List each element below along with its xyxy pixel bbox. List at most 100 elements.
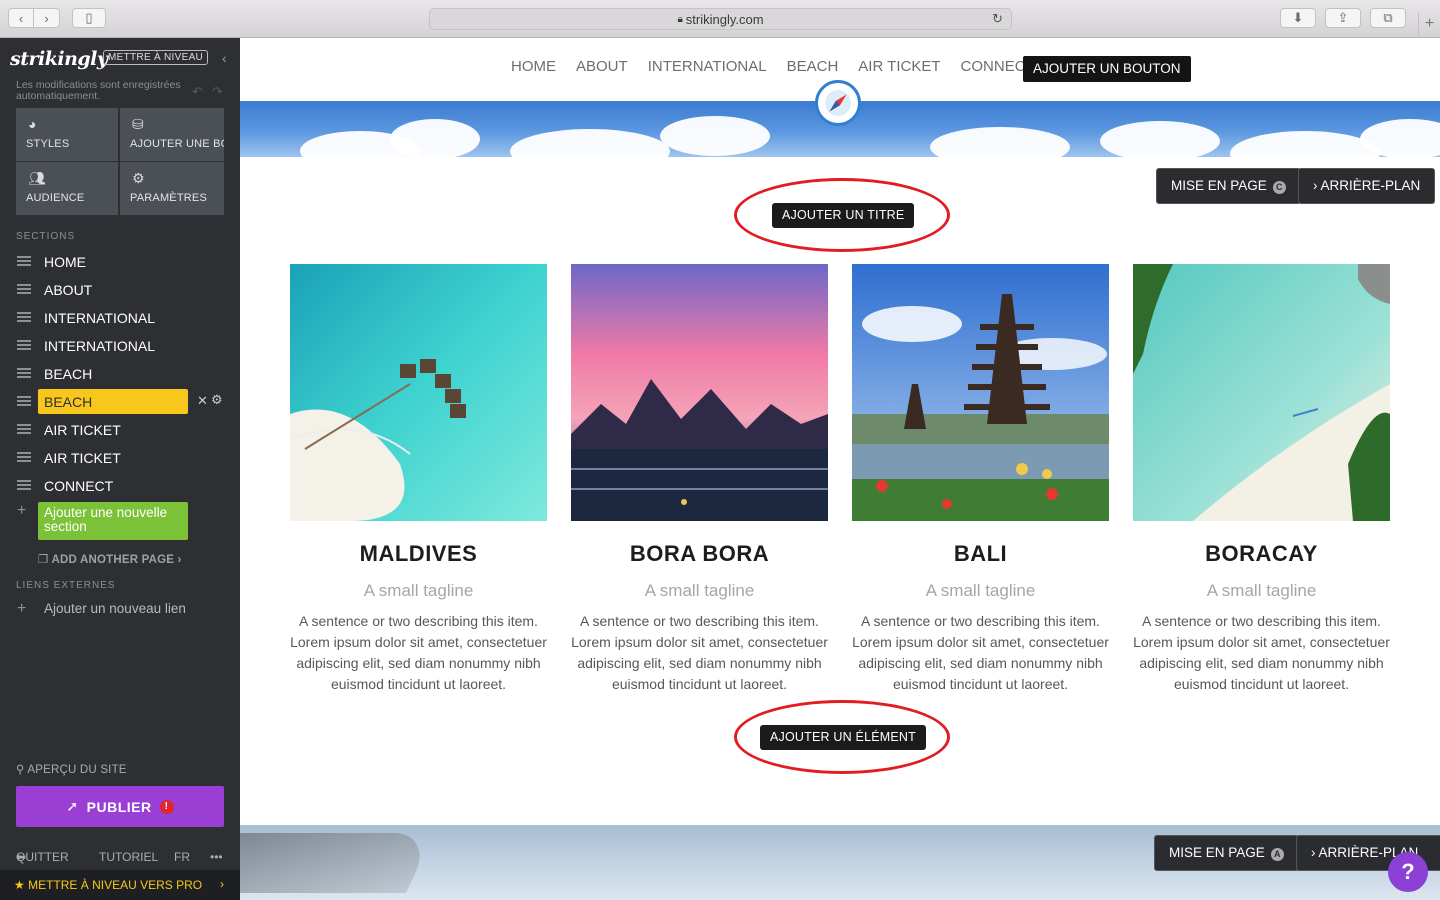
card-description[interactable]: A sentence or two describing this item. … [1133, 611, 1390, 695]
add-page-link[interactable]: ❐ ADD ANOTHER PAGE › [38, 552, 182, 566]
card-tagline[interactable]: A small tagline [852, 581, 1109, 601]
palette-icon: ◕ [28, 116, 37, 132]
chevron-right-icon: › [1311, 845, 1319, 860]
item-card: BORA BORA A small tagline A sentence or … [571, 264, 828, 695]
audience-button[interactable]: 👥︎ AUDIENCE [16, 162, 118, 215]
card-tagline[interactable]: A small tagline [290, 581, 547, 601]
drag-handle-icon[interactable] [17, 312, 31, 322]
download-button[interactable]: ⬇ [1280, 8, 1316, 28]
maldives-image[interactable] [290, 264, 547, 521]
plus-icon: + [17, 502, 27, 519]
section-item-beach[interactable]: BEACH [0, 360, 240, 388]
card-tagline[interactable]: A small tagline [1133, 581, 1390, 601]
publish-button[interactable]: ➚ PUBLIER! [16, 786, 224, 827]
card-title[interactable]: MALDIVES [290, 541, 547, 567]
address-bar[interactable]: 🔒︎ strikingly.com ↻ [429, 8, 1012, 30]
airplane-wing-image [240, 833, 434, 893]
sidebar-toggle-button[interactable]: ▯ [72, 8, 106, 28]
strikingly-logo: strikingly [10, 48, 108, 70]
card-description[interactable]: A sentence or two describing this item. … [571, 611, 828, 695]
nav-link-home[interactable]: HOME [511, 58, 556, 75]
section-item-air-ticket-2[interactable]: AIR TICKET [0, 444, 240, 472]
forward-button[interactable]: › [34, 8, 60, 28]
history-buttons: ‹ › [8, 8, 60, 28]
card-description[interactable]: A sentence or two describing this item. … [290, 611, 547, 695]
section-settings-icon[interactable]: ⚙ [211, 392, 223, 408]
drag-handle-icon[interactable] [17, 256, 31, 266]
compass-logo-icon [815, 80, 861, 126]
layout-badge-icon: A [1270, 848, 1284, 861]
card-description[interactable]: A sentence or two describing this item. … [852, 611, 1109, 695]
card-title[interactable]: BORA BORA [571, 541, 828, 567]
card-title[interactable]: BALI [852, 541, 1109, 567]
card-tagline[interactable]: A small tagline [571, 581, 828, 601]
background-button[interactable]: › ARRIÈRE-PLAN [1298, 168, 1436, 204]
undo-icon[interactable]: ↶ [192, 84, 203, 100]
layout-badge-icon: C [1272, 181, 1286, 194]
new-tab-button[interactable]: + [1418, 12, 1440, 38]
nav-link-about[interactable]: ABOUT [576, 58, 628, 75]
search-icon: ⚲ [16, 764, 28, 776]
redo-icon[interactable]: ↷ [212, 84, 223, 100]
bali-image[interactable] [852, 264, 1109, 521]
add-element-button[interactable]: AJOUTER UN ÉLÉMENT [760, 725, 926, 750]
editor-sidebar: strikingly METTRE À NIVEAU ‹ Les modific… [0, 38, 240, 900]
drag-handle-icon[interactable] [17, 284, 31, 294]
share-button[interactable]: ⇪ [1325, 8, 1361, 28]
drag-handle-icon[interactable] [17, 340, 31, 350]
collapse-sidebar-icon[interactable]: ‹ [222, 50, 227, 66]
browser-toolbar: ‹ › ▯ 🔒︎ strikingly.com ↻ ⬇ ⇪ ⧉ + [0, 0, 1440, 38]
delete-section-icon[interactable]: ✕ [197, 393, 208, 409]
sections-list: HOME ABOUT INTERNATIONAL INTERNATIONAL B… [0, 248, 240, 500]
reload-icon[interactable]: ↻ [992, 11, 1003, 27]
tutorial-link[interactable]: TUTORIEL [99, 850, 158, 864]
lock-icon: 🔒︎ [677, 13, 683, 25]
nav-link-air-ticket[interactable]: AIR TICKET [858, 58, 940, 75]
add-title-button[interactable]: AJOUTER UN TITRE [772, 203, 915, 228]
page-icon: ❐ [38, 554, 52, 566]
bora-bora-image[interactable] [571, 264, 828, 521]
language-link[interactable]: FR [174, 850, 190, 864]
site-nav-links: HOME ABOUT INTERNATIONAL BEACH AIR TICKE… [511, 58, 1035, 75]
help-button[interactable]: ? [1388, 852, 1428, 892]
section-item-international[interactable]: INTERNATIONAL [0, 304, 240, 332]
nav-link-international[interactable]: INTERNATIONAL [648, 58, 767, 75]
upgrade-pro-banner[interactable]: ★ METTRE À NIVEAU VERS PRO › [0, 870, 240, 900]
site-preview-link[interactable]: ⚲ APERÇU DU SITE [16, 762, 127, 776]
section-item-home[interactable]: HOME [0, 248, 240, 276]
settings-button[interactable]: ⚙ PARAMÈTRES [120, 162, 224, 215]
drag-handle-icon[interactable] [17, 452, 31, 462]
users-icon: 👥︎ [28, 170, 46, 186]
layout-button[interactable]: MISE EN PAGE C [1156, 168, 1301, 204]
section-item-international-2[interactable]: INTERNATIONAL [0, 332, 240, 360]
section-item-connect[interactable]: CONNECT [0, 472, 240, 500]
autosave-notice: Les modifications sont enregistrées auto… [16, 79, 181, 102]
address-text: strikingly.com [685, 11, 764, 27]
add-link-button[interactable]: Ajouter un nouveau lien [44, 602, 194, 616]
layout-button-lower[interactable]: MISE EN PAGE A [1154, 835, 1299, 871]
styles-button[interactable]: ◕ STYLES [16, 108, 118, 161]
tabs-button[interactable]: ⧉ [1370, 8, 1406, 28]
drag-handle-icon[interactable] [17, 424, 31, 434]
add-button-cta[interactable]: AJOUTER UN BOUTON [1023, 56, 1191, 82]
card-title[interactable]: BORACAY [1133, 541, 1390, 567]
add-section-button[interactable]: Ajouter une nouvelle section [38, 502, 188, 540]
back-button[interactable]: ‹ [8, 8, 34, 28]
drag-handle-icon[interactable] [17, 480, 31, 490]
rocket-icon: ➚ [66, 798, 79, 814]
section-item-beach-active[interactable]: BEACH ✕ ⚙ [0, 388, 240, 416]
drag-handle-icon[interactable] [17, 368, 31, 378]
more-options-icon[interactable]: ••• [210, 850, 223, 864]
boracay-image[interactable] [1133, 264, 1390, 521]
item-card: BALI A small tagline A sentence or two d… [852, 264, 1109, 695]
download-icon: ⬇ [1292, 10, 1304, 25]
store-icon: ⛁ [132, 116, 144, 132]
drag-handle-icon[interactable] [17, 396, 31, 406]
chevron-right-icon: › [1313, 178, 1321, 193]
add-store-button[interactable]: ⛁ AJOUTER UNE BOUTIQUE [120, 108, 224, 161]
item-card: MALDIVES A small tagline A sentence or t… [290, 264, 547, 695]
section-item-about[interactable]: ABOUT [0, 276, 240, 304]
upgrade-badge[interactable]: METTRE À NIVEAU [103, 50, 209, 65]
nav-link-beach[interactable]: BEACH [787, 58, 839, 75]
section-item-air-ticket[interactable]: AIR TICKET [0, 416, 240, 444]
